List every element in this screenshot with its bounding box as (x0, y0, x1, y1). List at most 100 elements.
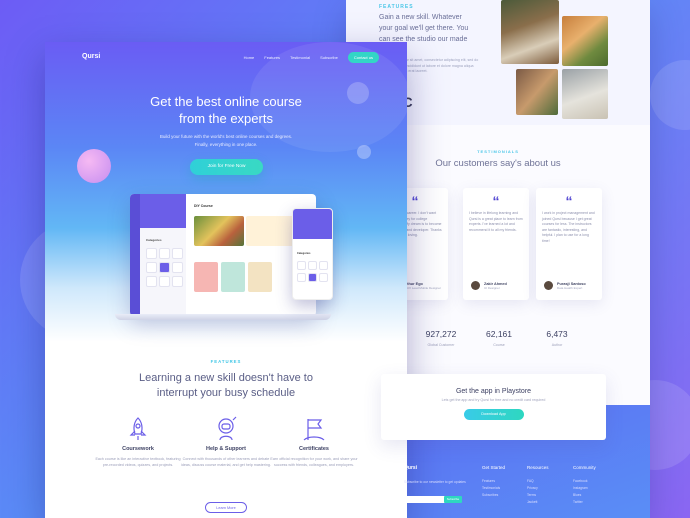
phone-mockup: Categories (292, 208, 333, 300)
testimonial-card: “ I believe in lifelong learning and Qur… (463, 188, 529, 300)
footer-link[interactable]: FAQ (527, 478, 549, 485)
testimonial-author: Zakir Ahmed UI Designer (471, 281, 507, 290)
course-tile (194, 262, 218, 292)
stat-courses: 62,161 Course (474, 329, 524, 347)
app-panel: Categories (140, 194, 186, 316)
testimonial-quote: I believe in lifelong learning and Qursi… (469, 211, 523, 232)
category-tile (146, 276, 157, 287)
footer-link[interactable]: Testimonials (482, 485, 505, 492)
course-title: DIY Course (194, 204, 213, 208)
features-title-line: Learning a new skill doesn't have to (139, 372, 313, 384)
nav-home[interactable]: Home (244, 55, 255, 60)
brand-logo[interactable]: Qursi (82, 53, 100, 60)
category-tile (159, 276, 170, 287)
category-tile (146, 262, 157, 273)
category-tile (297, 261, 306, 270)
hero-subtitle-line: Build your future with the world's best … (159, 134, 293, 139)
author-role: Data Health Expert (557, 285, 583, 290)
footer-link[interactable]: Blues (573, 492, 596, 499)
feature-certificates: Certificates Earn official recognition f… (268, 416, 360, 468)
top-nav: Home Features Testimonial Subscribe Cont… (244, 52, 379, 63)
category-tile (319, 273, 328, 282)
photo-book (501, 0, 559, 64)
feature-help-support: Help & Support Connect with thousands of… (180, 416, 272, 468)
hero-title-line: Get the best online course (150, 94, 302, 109)
footer-col-resources: Resources FAQ Privacy Terms Jackett (527, 465, 549, 506)
footer-link[interactable]: Jackett (527, 499, 549, 506)
laptop-mockup: Categories DIY Course (130, 194, 316, 316)
features-label: FEATURES (210, 359, 242, 364)
app-download-card: Get the app in Playstore Lets get the ap… (381, 374, 606, 440)
nav-testimonial[interactable]: Testimonial (290, 55, 310, 60)
stat-value: 6,473 (546, 329, 568, 339)
learn-more-button[interactable]: Learn More (205, 502, 247, 513)
footer-brand[interactable]: Qursi (404, 465, 417, 471)
footer-col-title: Get Started (482, 465, 506, 470)
category-tile (297, 273, 306, 282)
category-tile (159, 248, 170, 259)
features-label: FEATURES (379, 4, 414, 10)
feature-desc: Earn official recognition for your work,… (270, 457, 358, 467)
subscribe-button[interactable]: Subscribe (444, 496, 462, 503)
download-app-button[interactable]: Download App (463, 409, 524, 420)
feature-coursework: Coursework Each course is like an intera… (92, 416, 184, 468)
category-tile (319, 261, 328, 270)
nav-features[interactable]: Features (264, 55, 280, 60)
footer-link[interactable]: Features (482, 478, 505, 485)
category-tile (172, 262, 183, 273)
feature-title: Help & Support (205, 446, 247, 452)
footer-link[interactable]: Privacy (527, 485, 549, 492)
quote-icon: “ (492, 193, 500, 209)
front-page: Qursi Home Features Testimonial Subscrib… (45, 42, 407, 518)
footer-link[interactable]: Facebook (573, 478, 596, 485)
phone-header (293, 209, 332, 239)
footer-link[interactable]: Twitter (573, 499, 596, 506)
stat-authors: 6,473 Author (532, 329, 582, 347)
flag-icon (303, 419, 325, 441)
features-heading: Gain a new skill. Whatever your goal we'… (379, 14, 469, 43)
profile-header (140, 194, 186, 228)
join-free-button[interactable]: Join for Free Now (190, 159, 263, 175)
photo-table (516, 69, 558, 115)
nav-subscribe[interactable]: Subscribe (320, 55, 338, 60)
hero-subtitle: Build your future with the world's best … (45, 133, 407, 148)
feature-title: Certificates (299, 446, 329, 452)
category-tile (172, 276, 183, 287)
avatar (471, 281, 480, 290)
photo-drawing (562, 69, 608, 119)
footer-link[interactable]: Instagram (573, 485, 596, 492)
testimonial-card: “ I work in project management and joine… (536, 188, 602, 300)
footer-col-community: Community Facebook Instagram Blues Twitt… (573, 465, 596, 506)
footer-col-title: Community (573, 465, 596, 470)
hero-title: Get the best online course from the expe… (45, 93, 407, 127)
category-tile (172, 248, 183, 259)
feature-title: Coursework (122, 446, 154, 452)
hero-subtitle-line: Finally, everything in one place. (194, 141, 258, 147)
quote-icon: “ (565, 193, 573, 209)
course-tile (248, 262, 272, 292)
astronaut-icon (218, 416, 237, 441)
author-role: UI/UX Lead Mobile Designer (403, 285, 442, 290)
avatar (544, 281, 553, 290)
stat-customers: 927,272 Global Customer (416, 329, 466, 347)
categories-label: Categories (146, 238, 162, 242)
rocket-icon (129, 417, 147, 440)
footer-col-get-started: Get Started Features Testimonials Subscr… (482, 465, 505, 499)
photo-oranges (562, 16, 608, 66)
stat-label: Global Customer (427, 343, 455, 347)
laptop-base (115, 314, 331, 320)
footer-link[interactable]: Terms (527, 492, 549, 499)
phone-categories-label: Categories (297, 252, 311, 255)
author-name: Zakir Ahmed (484, 281, 507, 286)
contact-us-button[interactable]: Contact us (347, 52, 379, 63)
category-tile (308, 261, 317, 270)
app-sidebar (130, 194, 140, 316)
category-tile-active (159, 262, 170, 273)
course-image (194, 216, 244, 246)
author-role: UI Designer (484, 285, 500, 290)
testimonial-quote: I work in project management and joined … (542, 211, 595, 243)
course-tile (221, 262, 245, 292)
author-name: Purasji Santoso (557, 281, 586, 286)
footer-link[interactable]: Subscribes (482, 492, 505, 499)
bg-bubble (650, 60, 690, 130)
